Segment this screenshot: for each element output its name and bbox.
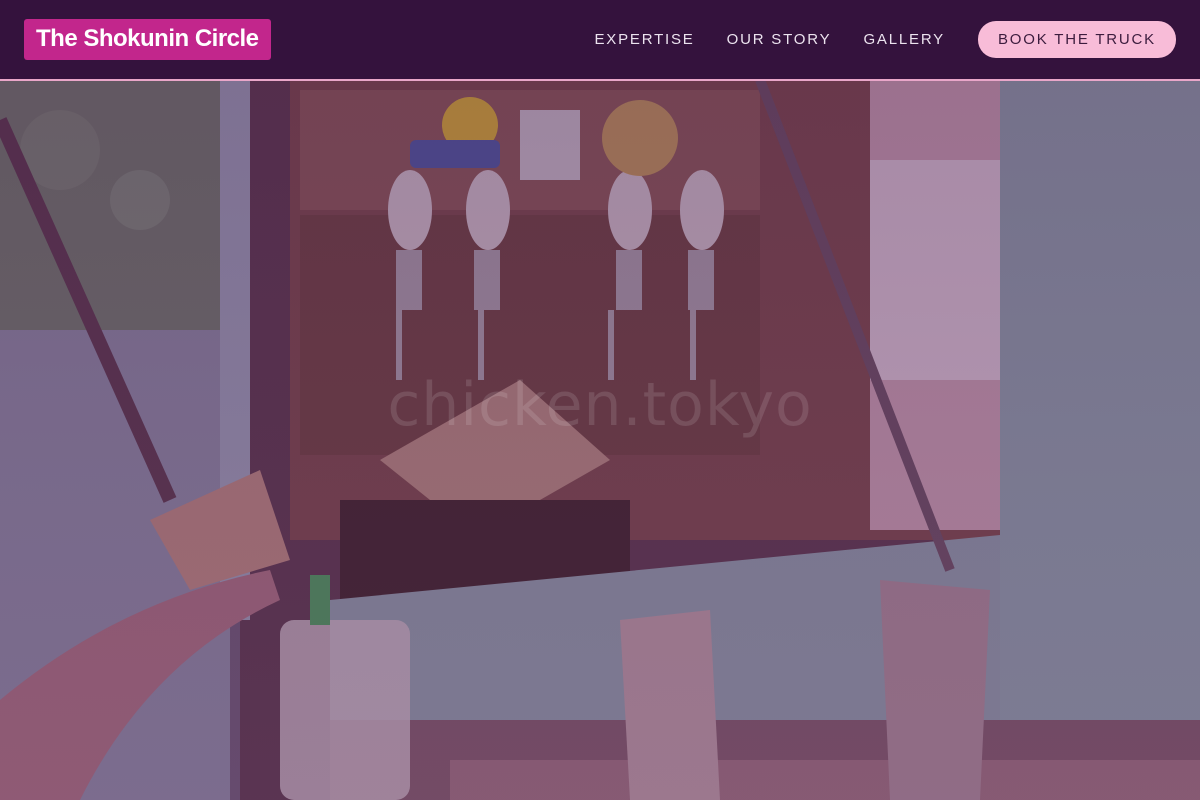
top-navbar: The Shokunin Circle EXPERTISE OUR STORY … [0, 0, 1200, 81]
brand-logo[interactable]: The Shokunin Circle [24, 19, 271, 60]
nav-link-our-story[interactable]: OUR STORY [727, 31, 832, 48]
book-the-truck-button[interactable]: BOOK THE TRUCK [977, 21, 1176, 58]
nav-link-expertise[interactable]: EXPERTISE [594, 31, 694, 48]
hero-watermark: chicken.tokyo [387, 370, 813, 440]
nav-link-gallery[interactable]: GALLERY [863, 31, 945, 48]
nav-links: EXPERTISE OUR STORY GALLERY BOOK THE TRU… [594, 21, 1176, 58]
hero-background: chicken.tokyo [0, 0, 1200, 800]
